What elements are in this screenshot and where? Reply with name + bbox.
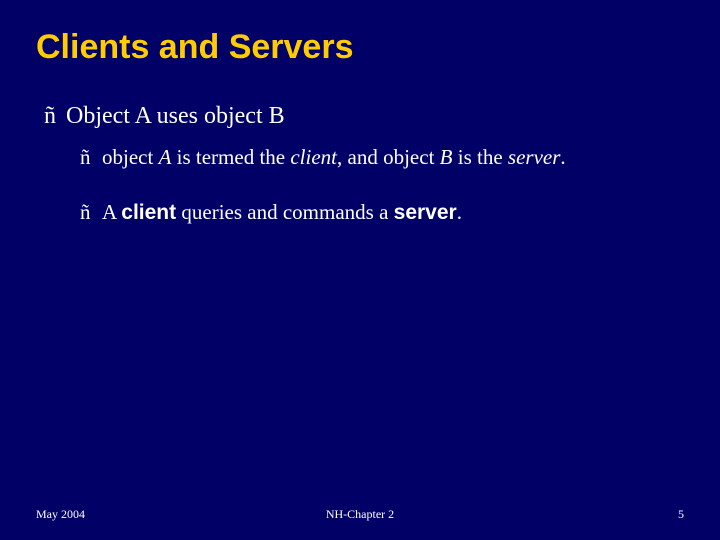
bullet-text: A client queries and commands a server. [102, 200, 462, 224]
bold-run: server [394, 201, 457, 224]
italic-run: B [440, 145, 453, 169]
text-run: is termed the [171, 145, 290, 169]
italic-run: A [159, 145, 172, 169]
bullet-icon: ñ [44, 103, 66, 130]
text-run: . [457, 200, 462, 224]
text-run: object [102, 145, 159, 169]
text-run: . [560, 145, 565, 169]
bullet-icon: ñ [80, 199, 102, 226]
text-run: is the [452, 145, 507, 169]
footer: May 2004 NH-Chapter 2 5 [36, 507, 684, 522]
slide: Clients and Servers ñObject A uses objec… [0, 0, 720, 540]
page-number: 5 [678, 507, 684, 522]
bullet-level-2: ñA client queries and commands a server. [80, 199, 684, 226]
text-run: A [102, 200, 121, 224]
bullet-level-1: ñObject A uses object B [44, 103, 684, 130]
slide-title: Clients and Servers [36, 28, 684, 67]
footer-chapter: NH-Chapter 2 [36, 507, 684, 522]
bullet-icon: ñ [80, 144, 102, 171]
text-run: , and object [337, 145, 440, 169]
bullet-level-2: ñobject A is termed the client, and obje… [80, 144, 684, 171]
bullet-text: object A is termed the client, and objec… [102, 145, 566, 169]
italic-run: client [290, 145, 337, 169]
italic-run: server [508, 145, 560, 169]
bold-run: client [121, 201, 176, 224]
text-run: queries and commands a [176, 200, 394, 224]
bullet-text: Object A uses object B [66, 103, 285, 129]
